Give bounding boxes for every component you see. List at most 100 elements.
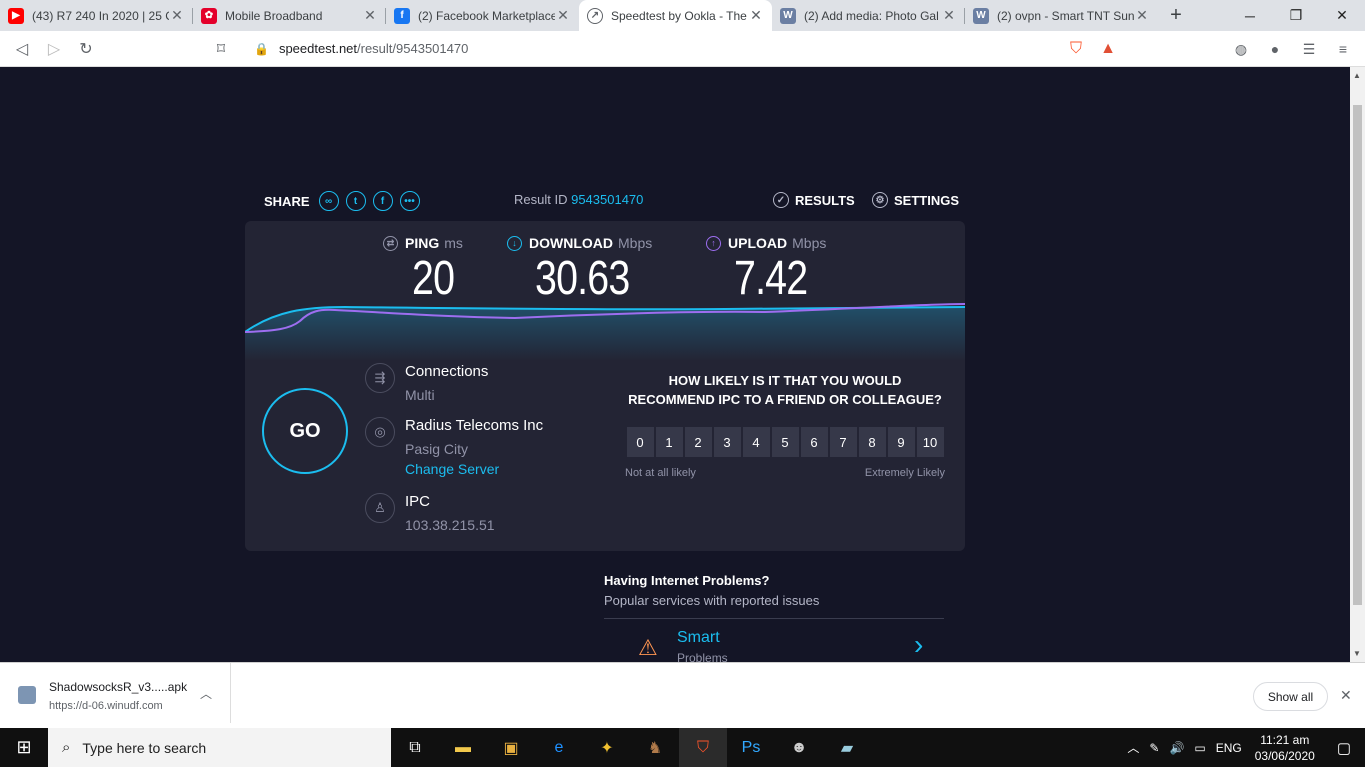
tab-strip: ▶ (43) R7 240 In 2020 | 25 C ✕ ✿ Mobile … — [0, 0, 1365, 31]
close-icon[interactable]: ✕ — [941, 7, 957, 24]
back-button[interactable]: ◁ — [6, 34, 38, 64]
chevron-right-icon[interactable]: › — [914, 629, 923, 661]
reload-button[interactable]: ↻ — [70, 34, 102, 64]
change-server-link[interactable]: Change Server — [405, 461, 543, 477]
survey-option-1[interactable]: 1 — [655, 427, 683, 457]
upload-value: 7.42 — [734, 252, 808, 305]
taskbar-search[interactable]: ⌕ Type here to search — [48, 728, 391, 767]
pen-icon[interactable]: ✎ — [1144, 741, 1164, 755]
facebook-icon: f — [394, 7, 410, 24]
close-icon[interactable]: ✕ — [1134, 7, 1150, 24]
app-icon[interactable]: ▰ — [823, 728, 871, 767]
address-bar[interactable]: 🔒 speedtest.net/result/9543501470 — [242, 34, 1125, 63]
scroll-thumb[interactable] — [1353, 105, 1362, 605]
download-source: https://d-06.winudf.com — [49, 700, 163, 712]
problem-item[interactable]: ⚠ Smart Problems › — [604, 618, 944, 662]
problem-service-status: Problems — [677, 651, 728, 662]
huawei-icon: ✿ — [201, 7, 217, 24]
go-button[interactable]: GO — [262, 388, 348, 474]
isp-ip: 103.38.215.51 — [405, 517, 495, 533]
result-id-link[interactable]: 9543501470 — [571, 192, 643, 207]
chevron-up-icon[interactable]: ︿ — [200, 685, 212, 702]
tab-facebook[interactable]: f (2) Facebook Marketplace ✕ — [386, 0, 579, 31]
survey-option-7[interactable]: 7 — [829, 427, 857, 457]
edge-icon[interactable]: e — [535, 728, 583, 767]
app-icon[interactable]: ♞ — [631, 728, 679, 767]
close-window-button[interactable]: ✕ — [1319, 0, 1365, 31]
brave-shield-icon[interactable]: ⛉ — [1060, 34, 1092, 64]
show-all-button[interactable]: Show all — [1253, 682, 1328, 711]
survey-option-0[interactable]: 0 — [626, 427, 654, 457]
survey-option-10[interactable]: 10 — [916, 427, 944, 457]
close-icon[interactable]: ✕ — [555, 7, 571, 24]
speedtest-icon: ↗ — [587, 7, 603, 24]
link-icon[interactable]: ∞ — [318, 191, 339, 211]
problems-heading: Having Internet Problems? — [604, 573, 770, 588]
results-link[interactable]: ✓ RESULTS — [773, 192, 855, 208]
server-name: Radius Telecoms Inc — [405, 417, 544, 434]
language-indicator[interactable]: ENG — [1211, 741, 1247, 755]
maximize-button[interactable]: ❐ — [1273, 0, 1319, 31]
more-icon[interactable]: ••• — [399, 191, 420, 211]
check-icon: ✓ — [773, 192, 789, 208]
close-icon[interactable]: ✕ — [1340, 687, 1352, 704]
playlist-icon[interactable]: ☰ — [1295, 35, 1323, 63]
notifications-icon[interactable]: ▢ — [1323, 739, 1365, 757]
download-icon: ↓ — [507, 235, 522, 251]
extension-globe-icon[interactable]: ◍ — [1227, 35, 1255, 63]
system-tray: ︿ ✎ 🔊 ▭ ENG 11:21 am 03/06/2020 ▢ — [1122, 728, 1365, 767]
brave-rewards-icon[interactable]: ▲ — [1092, 34, 1124, 64]
wordpress-icon: W — [973, 7, 989, 24]
brave-icon[interactable]: ⛉ — [679, 728, 727, 767]
download-filename: ShadowsocksR_v3.....apk — [49, 680, 188, 694]
survey-option-8[interactable]: 8 — [858, 427, 886, 457]
settings-link[interactable]: ⚙ SETTINGS — [872, 192, 959, 208]
facebook-share-icon[interactable]: f — [372, 191, 393, 211]
photoshop-icon[interactable]: Ps — [727, 728, 775, 767]
game-app-icon[interactable]: ✦ — [583, 728, 631, 767]
result-card: ⇄ PING ms 20 ↓ DOWNLOAD Mbps 30.63 ↑ UPLOAD Mb… — [245, 221, 965, 551]
clock[interactable]: 11:21 am 03/06/2020 — [1247, 732, 1323, 764]
network-icon[interactable]: ▭ — [1189, 741, 1210, 755]
clock-date: 03/06/2020 — [1254, 748, 1315, 763]
speedtest-page: SHARE ∞ t f ••• Result ID 9543501470 ✓ RE… — [0, 67, 1350, 662]
media-app-icon[interactable]: ▣ — [487, 728, 535, 767]
scroll-down-icon[interactable]: ▼ — [1353, 649, 1361, 658]
tab-wordpress-media[interactable]: W (2) Add media: Photo Gal ✕ — [772, 0, 965, 31]
survey-option-6[interactable]: 6 — [800, 427, 828, 457]
close-icon[interactable]: ✕ — [748, 7, 764, 24]
twitter-icon[interactable]: t — [345, 191, 366, 211]
page-scrollbar[interactable]: ▲ ▼ — [1350, 67, 1365, 662]
scroll-up-icon[interactable]: ▲ — [1353, 71, 1361, 80]
new-tab-button[interactable]: + — [1158, 0, 1194, 31]
connections-info: ⇶ Connections Multi — [365, 363, 488, 403]
download-item[interactable]: ShadowsocksR_v3.....apk https://d-06.win… — [0, 663, 231, 723]
survey-option-9[interactable]: 9 — [887, 427, 915, 457]
warning-icon: ⚠ — [638, 635, 658, 660]
close-icon[interactable]: ✕ — [362, 7, 378, 24]
share-label: SHARE — [264, 193, 310, 209]
tab-huawei[interactable]: ✿ Mobile Broadband ✕ — [193, 0, 386, 31]
clock-time: 11:21 am — [1260, 732, 1310, 747]
windows-start-icon[interactable]: ⊞ — [0, 728, 48, 767]
survey-option-4[interactable]: 4 — [742, 427, 770, 457]
forward-button[interactable]: ▷ — [38, 34, 70, 64]
survey-option-2[interactable]: 2 — [684, 427, 712, 457]
menu-icon[interactable]: ≡ — [1329, 35, 1357, 63]
extension-cookie-icon[interactable]: ● — [1261, 35, 1289, 63]
globe-icon: ◎ — [365, 417, 395, 447]
close-icon[interactable]: ✕ — [169, 7, 185, 24]
file-explorer-icon[interactable]: ▬ — [439, 728, 487, 767]
ping-metric: ⇄ PING ms 20 — [383, 235, 463, 303]
tab-speedtest[interactable]: ↗ Speedtest by Ookla - The ✕ — [579, 0, 772, 31]
chevron-up-icon[interactable]: ︿ — [1122, 739, 1144, 756]
app-icon[interactable]: ☻ — [775, 728, 823, 767]
tab-wordpress-ovpn[interactable]: W (2) ovpn - Smart TNT Sun ✕ — [965, 0, 1158, 31]
volume-icon[interactable]: 🔊 — [1164, 741, 1189, 755]
survey-option-3[interactable]: 3 — [713, 427, 741, 457]
bookmark-icon[interactable]: ⌑ — [205, 34, 237, 64]
task-view-icon[interactable]: ⧉ — [391, 728, 439, 767]
minimize-button[interactable]: ─ — [1227, 0, 1273, 31]
tab-youtube[interactable]: ▶ (43) R7 240 In 2020 | 25 C ✕ — [0, 0, 193, 31]
survey-option-5[interactable]: 5 — [771, 427, 799, 457]
